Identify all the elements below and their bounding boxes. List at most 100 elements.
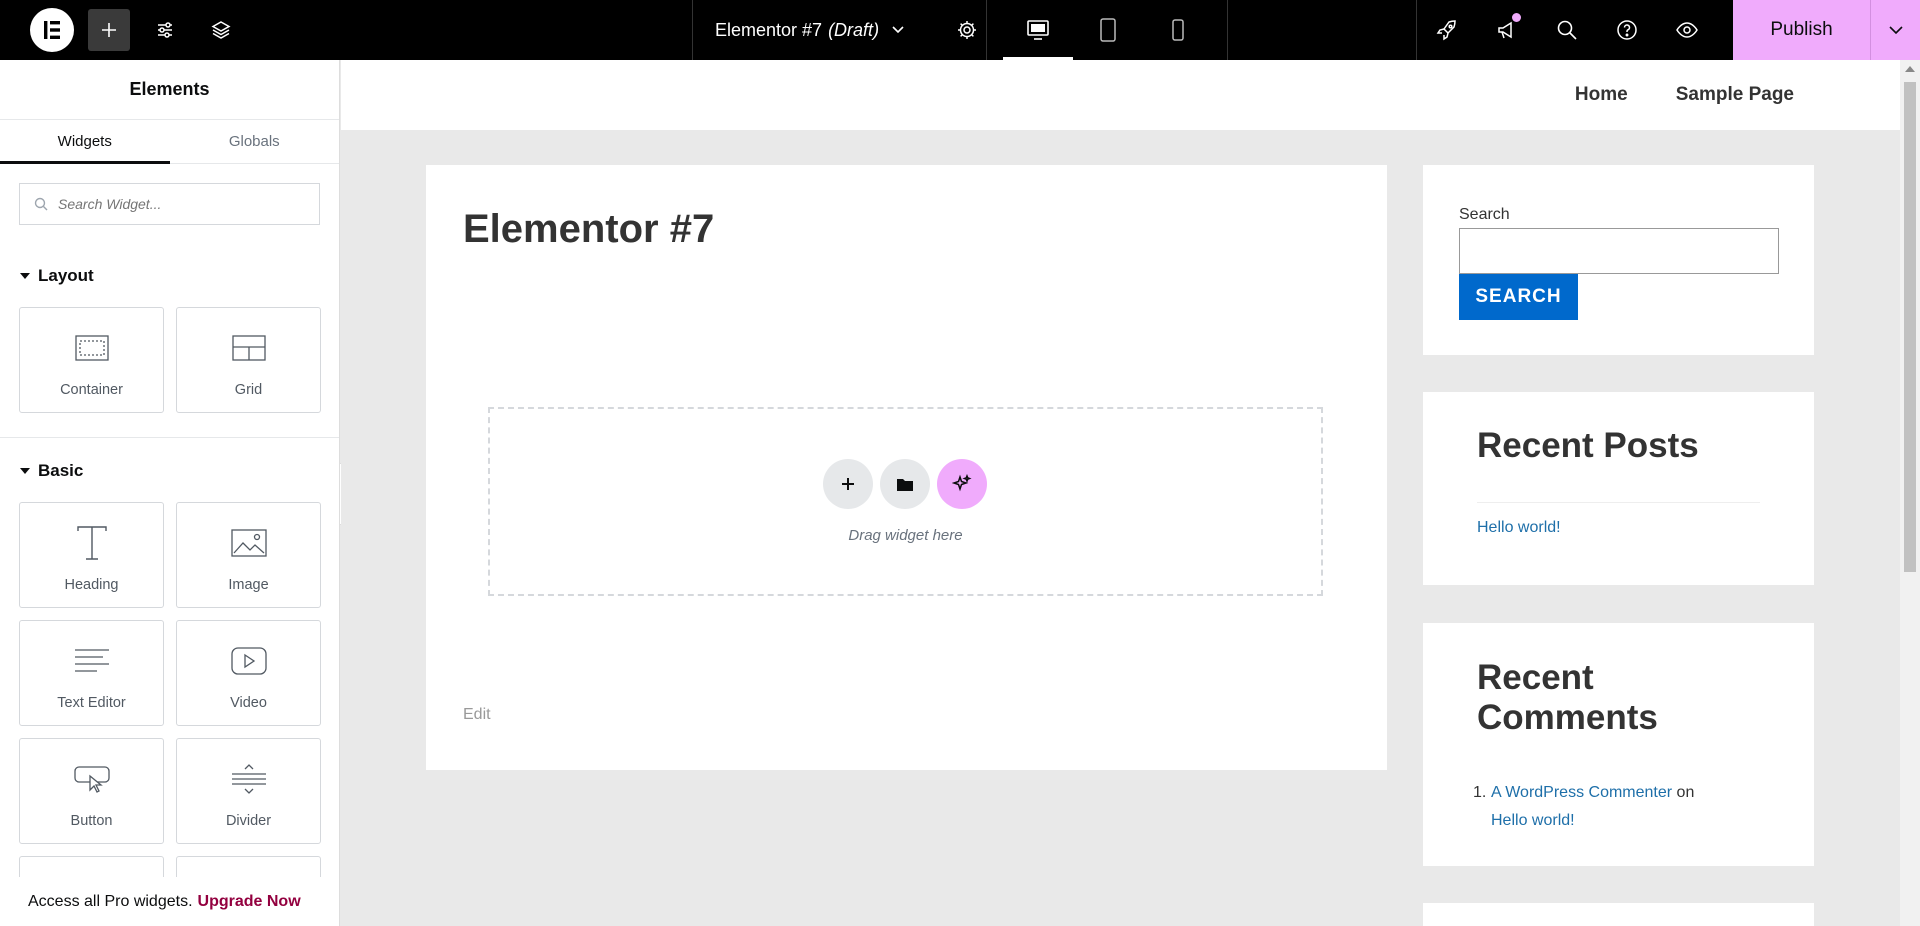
sparkle-icon bbox=[952, 474, 972, 492]
comment-post-link[interactable]: Hello world! bbox=[1491, 812, 1575, 829]
plus-icon bbox=[102, 23, 116, 37]
widget-label: Video bbox=[230, 695, 267, 711]
widget-label: Container bbox=[60, 382, 123, 398]
tablet-view-button[interactable] bbox=[1073, 0, 1143, 60]
nav-link-home[interactable]: Home bbox=[1575, 84, 1628, 106]
desktop-view-button[interactable] bbox=[1003, 0, 1073, 60]
site-navigation: Home Sample Page bbox=[1575, 84, 1794, 106]
search-label: Search bbox=[1459, 206, 1510, 223]
panel-title: Elements bbox=[0, 60, 339, 120]
whats-new-button[interactable] bbox=[1417, 0, 1477, 60]
widget-image[interactable]: Image bbox=[176, 502, 321, 608]
add-section-button[interactable] bbox=[823, 459, 873, 509]
plus-icon bbox=[842, 478, 854, 490]
divider bbox=[1477, 502, 1760, 503]
widget-label: Heading bbox=[64, 577, 119, 593]
category-layout-toggle[interactable]: Layout bbox=[0, 263, 339, 289]
tab-widgets[interactable]: Widgets bbox=[0, 120, 170, 164]
recent-post-link[interactable]: Hello world! bbox=[1477, 519, 1561, 537]
site-header: Home Sample Page bbox=[341, 60, 1900, 130]
upgrade-now-link[interactable]: Upgrade Now bbox=[198, 893, 301, 911]
widget-label: Button bbox=[70, 813, 113, 829]
rocket-icon bbox=[1436, 20, 1456, 41]
widget-button[interactable]: Button bbox=[19, 738, 164, 844]
post-title: Elementor #7 bbox=[463, 207, 715, 251]
edit-post-link[interactable]: Edit bbox=[463, 706, 491, 724]
elementor-logo-icon[interactable] bbox=[30, 8, 74, 52]
search-icon bbox=[34, 197, 48, 211]
ai-generate-button[interactable] bbox=[937, 459, 987, 509]
publish-options-button[interactable] bbox=[1870, 0, 1920, 60]
publish-button[interactable]: Publish bbox=[1733, 0, 1870, 60]
container-icon bbox=[74, 335, 109, 361]
elements-panel: Elements Widgets Globals Layout Containe… bbox=[0, 60, 340, 926]
category-label: Layout bbox=[38, 266, 94, 285]
image-icon bbox=[230, 529, 267, 557]
document-name: Elementor #7 bbox=[715, 19, 823, 40]
search-icon bbox=[1557, 20, 1577, 40]
recent-comments-title: Recent Comments bbox=[1477, 658, 1658, 737]
help-button[interactable] bbox=[1597, 0, 1657, 60]
responsive-mode-switcher bbox=[986, 0, 1228, 60]
post-content-area: Elementor #7 Drag widget here Edit bbox=[426, 165, 1387, 770]
widget-grid[interactable]: Grid bbox=[176, 307, 321, 413]
site-settings-button[interactable] bbox=[144, 9, 186, 51]
chevron-down-icon bbox=[892, 26, 904, 34]
mobile-icon bbox=[1172, 19, 1184, 41]
canvas-scrollbar[interactable] bbox=[1900, 60, 1920, 926]
widget-search-input[interactable] bbox=[58, 196, 308, 212]
gear-icon bbox=[958, 21, 976, 39]
chevron-down-icon bbox=[1888, 26, 1903, 35]
nav-link-sample-page[interactable]: Sample Page bbox=[1676, 84, 1794, 106]
text-editor-icon bbox=[74, 649, 109, 672]
widget-video[interactable]: Video bbox=[176, 620, 321, 726]
document-title-dropdown[interactable]: Elementor #7 (Draft) bbox=[692, 0, 986, 60]
widget-label: Text Editor bbox=[57, 695, 126, 711]
recent-posts-title: Recent Posts bbox=[1477, 426, 1699, 465]
category-basic-toggle[interactable]: Basic bbox=[0, 458, 339, 484]
tablet-icon bbox=[1100, 18, 1116, 42]
page-settings-button[interactable] bbox=[946, 0, 988, 60]
button-cursor-icon bbox=[73, 766, 110, 793]
panel-tabs: Widgets Globals bbox=[0, 120, 339, 164]
widget-divider[interactable]: Divider bbox=[176, 738, 321, 844]
comment-author-link[interactable]: A WordPress Commenter bbox=[1491, 784, 1672, 801]
widget-label: Image bbox=[228, 577, 269, 593]
widget-text-editor[interactable]: Text Editor bbox=[19, 620, 164, 726]
tab-globals[interactable]: Globals bbox=[170, 120, 340, 163]
scroll-up-arrow-icon[interactable] bbox=[1905, 66, 1915, 72]
layers-icon bbox=[211, 21, 231, 39]
widget-container[interactable]: Container bbox=[19, 307, 164, 413]
finder-button[interactable] bbox=[1537, 0, 1597, 60]
widget-heading[interactable]: Heading bbox=[19, 502, 164, 608]
eye-icon bbox=[1676, 22, 1698, 38]
preview-button[interactable] bbox=[1657, 0, 1717, 60]
notification-dot bbox=[1512, 13, 1521, 22]
recent-comments-widget: Recent Comments 1. A WordPress Commenter… bbox=[1423, 623, 1814, 866]
add-element-button[interactable] bbox=[88, 9, 130, 51]
drop-zone-hint: Drag widget here bbox=[848, 527, 963, 544]
editor-top-bar: Elementor #7 (Draft) Publish bbox=[0, 0, 1920, 60]
widget-label: Grid bbox=[234, 382, 263, 398]
heading-icon bbox=[76, 526, 107, 560]
add-template-button[interactable] bbox=[880, 459, 930, 509]
caret-down-icon bbox=[20, 468, 30, 474]
category-label: Basic bbox=[38, 461, 84, 480]
site-search-input[interactable] bbox=[1459, 228, 1779, 274]
comment-connector: on bbox=[1676, 784, 1695, 801]
widget-drop-zone[interactable]: Drag widget here bbox=[488, 407, 1323, 596]
pro-upsell-bar: Access all Pro widgets. Upgrade Now bbox=[0, 877, 339, 926]
notifications-button[interactable] bbox=[1477, 0, 1537, 60]
video-icon bbox=[230, 647, 267, 675]
caret-down-icon bbox=[20, 273, 30, 279]
comment-list-item: 1. A WordPress Commenter on Hello world! bbox=[1473, 779, 1791, 835]
widget-search-box bbox=[19, 183, 320, 225]
structure-button[interactable] bbox=[200, 9, 242, 51]
scroll-thumb[interactable] bbox=[1904, 82, 1916, 572]
help-icon bbox=[1617, 20, 1637, 40]
recent-posts-widget: Recent Posts Hello world! bbox=[1423, 392, 1814, 585]
divider-icon bbox=[231, 764, 266, 794]
basic-widgets-grid: Heading Image Text Editor Video Button D… bbox=[0, 502, 339, 926]
site-search-button[interactable]: SEARCH bbox=[1459, 274, 1578, 320]
mobile-view-button[interactable] bbox=[1143, 0, 1213, 60]
